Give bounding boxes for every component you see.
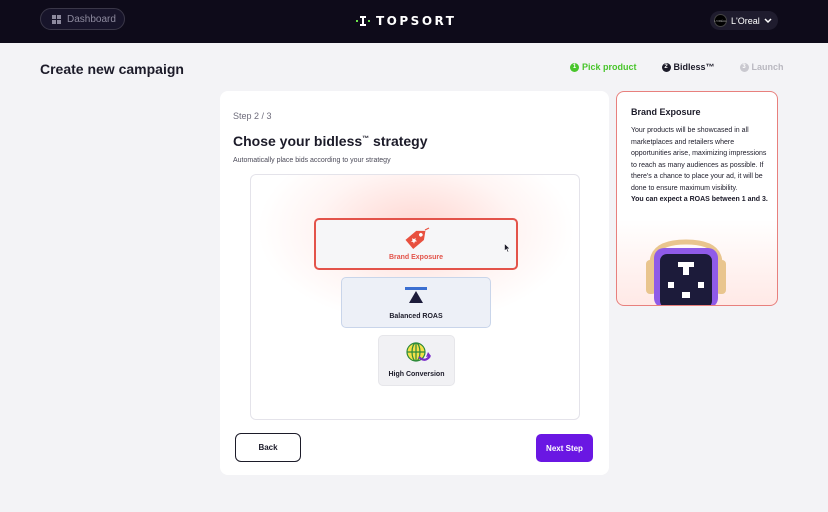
option-label: High Conversion bbox=[388, 371, 445, 378]
globe-target-icon bbox=[406, 342, 431, 362]
option-label: Balanced ROAS bbox=[389, 313, 443, 320]
option-high-conversion[interactable]: High Conversion bbox=[378, 335, 455, 386]
step-number: 2 bbox=[661, 62, 671, 72]
back-button[interactable]: Back bbox=[235, 433, 301, 462]
logo-mark-icon bbox=[356, 16, 370, 26]
step-label: Bidless™ bbox=[673, 62, 715, 72]
option-balanced-roas[interactable]: Balanced ROAS bbox=[341, 277, 491, 328]
next-step-button[interactable]: Next Step bbox=[536, 434, 593, 462]
strategy-info-panel: Brand Exposure Your products will be sho… bbox=[616, 91, 778, 306]
dashboard-label: Dashboard bbox=[67, 13, 116, 25]
top-navigation-bar: Dashboard TOPSORT L'ORÉAL L'Oreal bbox=[0, 0, 828, 43]
option-brand-exposure[interactable]: Brand Exposure bbox=[314, 218, 518, 270]
card-title: Chose your bidless™ strategy bbox=[233, 133, 428, 149]
chevron-down-icon bbox=[764, 17, 772, 23]
step-counter: Step 2 / 3 bbox=[233, 111, 272, 121]
account-switcher[interactable]: L'ORÉAL L'Oreal bbox=[710, 11, 778, 30]
card-subtitle: Automatically place bids according to yo… bbox=[233, 157, 391, 164]
robot-mascot-icon bbox=[646, 239, 726, 305]
info-body-text: Your products will be showcased in all m… bbox=[631, 127, 767, 192]
step-pick-product[interactable]: 1 Pick product bbox=[570, 62, 637, 72]
step-label: Launch bbox=[751, 62, 784, 72]
dashboard-button[interactable]: Dashboard bbox=[40, 8, 125, 30]
step-number: 3 bbox=[739, 62, 749, 72]
logo-text: TOPSORT bbox=[376, 14, 457, 28]
strategy-options: Brand Exposure Balanced ROAS High Conver… bbox=[250, 174, 580, 420]
account-name: L'Oreal bbox=[731, 15, 760, 26]
step-launch: 3 Launch bbox=[739, 62, 784, 72]
step-label: Pick product bbox=[582, 62, 637, 72]
card-title-suffix: strategy bbox=[369, 133, 428, 149]
account-avatar: L'ORÉAL bbox=[714, 14, 727, 27]
step-number: 1 bbox=[570, 62, 579, 72]
grid-icon bbox=[52, 14, 61, 24]
topsort-logo: TOPSORT bbox=[356, 13, 456, 29]
progress-steps: 1 Pick product 2 Bidless™ 3 Launch bbox=[570, 62, 784, 72]
tag-icon bbox=[405, 227, 430, 250]
mouse-cursor-icon bbox=[504, 243, 511, 253]
page-title: Create new campaign bbox=[40, 61, 184, 77]
info-roas-expectation: You can expect a ROAS between 1 and 3. bbox=[631, 196, 768, 203]
step-bidless[interactable]: 2 Bidless™ bbox=[661, 62, 715, 72]
info-description: Your products will be showcased in all m… bbox=[631, 125, 769, 206]
info-title: Brand Exposure bbox=[631, 107, 701, 117]
balance-icon bbox=[405, 287, 427, 303]
option-label: Brand Exposure bbox=[388, 254, 444, 261]
strategy-card: Step 2 / 3 Chose your bidless™ strategy … bbox=[220, 91, 609, 475]
card-title-text: Chose your bidless bbox=[233, 133, 363, 149]
